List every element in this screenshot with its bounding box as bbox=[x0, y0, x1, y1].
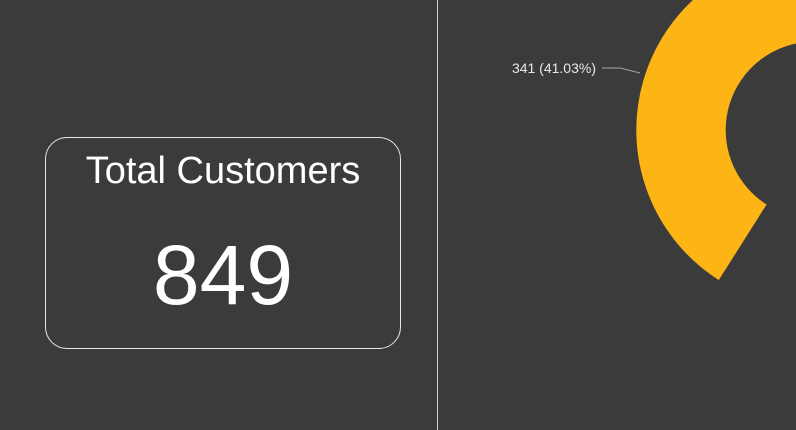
total-customers-card[interactable]: Total Customers 849 bbox=[45, 137, 401, 349]
donut-chart-svg: 341 (41.03%) bbox=[512, 0, 796, 281]
donut-slice-1[interactable] bbox=[635, 0, 796, 281]
slice-leader-line-1 bbox=[602, 67, 641, 74]
donut-labels: 341 (41.03%) bbox=[512, 60, 641, 76]
dashboard-canvas: Total Customers 849 341 (41.03%) bbox=[0, 0, 796, 430]
slice-data-label-1: 341 (41.03%) bbox=[512, 60, 596, 76]
card-title: Total Customers bbox=[85, 150, 361, 192]
donut-chart: 341 (41.03%) bbox=[438, 0, 796, 430]
donut-slices bbox=[635, 0, 796, 281]
card-value: 849 bbox=[152, 228, 294, 322]
